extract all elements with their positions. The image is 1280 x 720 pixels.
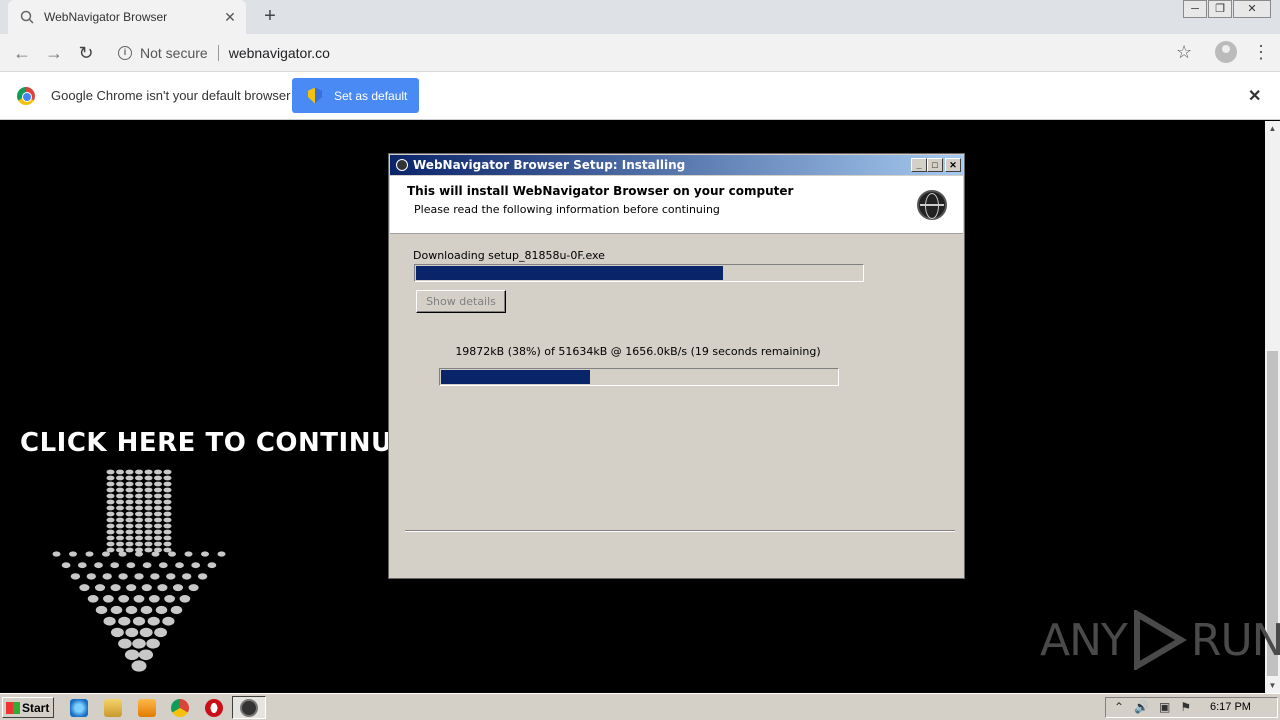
uac-shield-icon	[308, 87, 322, 104]
browser-toolbar: ← → ↻ i Not secure webnavigator.co ☆ ⋮	[0, 34, 1280, 72]
set-as-default-label: Set as default	[334, 88, 408, 103]
search-icon	[20, 10, 34, 24]
omnibox-divider	[217, 45, 219, 61]
dotted-down-arrow-icon[interactable]	[50, 468, 230, 683]
click-to-continue-heading[interactable]: CLICK HERE TO CONTINUE	[20, 428, 411, 458]
kebab-menu-icon[interactable]: ⋮	[1252, 42, 1270, 62]
watermark-right-text: RUN	[1190, 614, 1280, 666]
play-triangle-icon	[1133, 610, 1187, 670]
scroll-up-arrow-icon[interactable]: ▲	[1265, 121, 1280, 136]
start-label: Start	[22, 700, 50, 715]
info-icon[interactable]: i	[118, 46, 132, 60]
infobar-message: Google Chrome isn't your default browser	[51, 88, 291, 103]
dialog-subheading: Please read the following information be…	[414, 203, 720, 216]
minimize-window-button[interactable]: ─	[1183, 0, 1207, 18]
dialog-close-button[interactable]: ✕	[945, 158, 961, 172]
opera-icon[interactable]	[205, 699, 223, 717]
webnavigator-icon	[240, 699, 258, 717]
forward-arrow-icon[interactable]: →	[43, 42, 65, 64]
scroll-down-arrow-icon[interactable]: ▼	[1265, 678, 1280, 693]
security-label[interactable]: Not secure	[140, 45, 208, 61]
system-tray: ⌃🔊▣⚑ 6:17 PM	[1105, 697, 1278, 718]
back-arrow-icon[interactable]: ←	[11, 42, 33, 64]
installer-dialog: WebNavigator Browser Setup: Installing _…	[388, 153, 965, 579]
overall-progress-fill	[416, 266, 724, 280]
close-window-button[interactable]: ✕	[1233, 0, 1271, 18]
anyrun-watermark: ANY RUN	[1040, 610, 1280, 670]
ie-icon[interactable]	[70, 699, 88, 717]
active-task-button[interactable]	[232, 696, 266, 719]
tray-icons[interactable]: ⌃🔊▣⚑	[1114, 700, 1201, 714]
windows-taskbar: Start ⌃🔊▣⚑ 6:17 PM	[0, 693, 1280, 720]
tab-strip: WebNavigator Browser ✕ + ─ ❐ ✕	[0, 0, 1280, 34]
globe-icon	[917, 190, 947, 220]
bookmark-star-icon[interactable]: ☆	[1176, 42, 1192, 63]
download-status-text: 19872kB (38%) of 51634kB @ 1656.0kB/s (1…	[455, 345, 821, 358]
restore-window-button[interactable]: ❐	[1208, 0, 1232, 18]
watermark-left-text: ANY	[1040, 614, 1128, 666]
media-player-icon[interactable]	[138, 699, 156, 717]
windows-logo-icon	[6, 701, 20, 714]
download-label: Downloading setup_81858u-0F.exe	[413, 249, 605, 262]
show-details-button[interactable]: Show details	[416, 290, 506, 313]
app-globe-icon	[396, 159, 408, 171]
dialog-header: This will install WebNavigator Browser o…	[390, 176, 963, 234]
chrome-icon[interactable]	[171, 699, 189, 717]
start-button[interactable]: Start	[2, 697, 54, 718]
dialog-maximize-button[interactable]: □	[927, 158, 943, 172]
overall-progress-bar	[414, 264, 864, 282]
set-as-default-button[interactable]: Set as default	[292, 78, 419, 113]
url-text[interactable]: webnavigator.co	[229, 45, 330, 61]
reload-icon[interactable]: ↻	[75, 42, 97, 64]
taskbar-clock[interactable]: 6:17 PM	[1210, 701, 1251, 713]
tab-close-icon[interactable]: ✕	[222, 9, 238, 25]
tab-title: WebNavigator Browser	[44, 10, 168, 24]
dialog-titlebar[interactable]: WebNavigator Browser Setup: Installing _…	[390, 155, 963, 175]
dialog-minimize-button[interactable]: _	[911, 158, 927, 172]
chrome-logo-icon	[17, 87, 35, 105]
dialog-separator	[405, 530, 955, 532]
page-scrollbar[interactable]: ▲ ▼	[1265, 121, 1280, 693]
file-progress-bar	[439, 368, 839, 386]
file-progress-fill	[441, 370, 591, 384]
browser-tab[interactable]: WebNavigator Browser ✕	[8, 0, 246, 34]
dialog-heading: This will install WebNavigator Browser o…	[407, 184, 794, 198]
new-tab-button[interactable]: +	[260, 6, 280, 26]
profile-avatar-icon[interactable]	[1215, 41, 1237, 63]
explorer-icon[interactable]	[104, 699, 122, 717]
infobar-close-icon[interactable]: ✕	[1248, 86, 1261, 106]
address-bar[interactable]: i Not secure webnavigator.co	[108, 38, 1208, 68]
dialog-title: WebNavigator Browser Setup: Installing	[413, 158, 686, 172]
